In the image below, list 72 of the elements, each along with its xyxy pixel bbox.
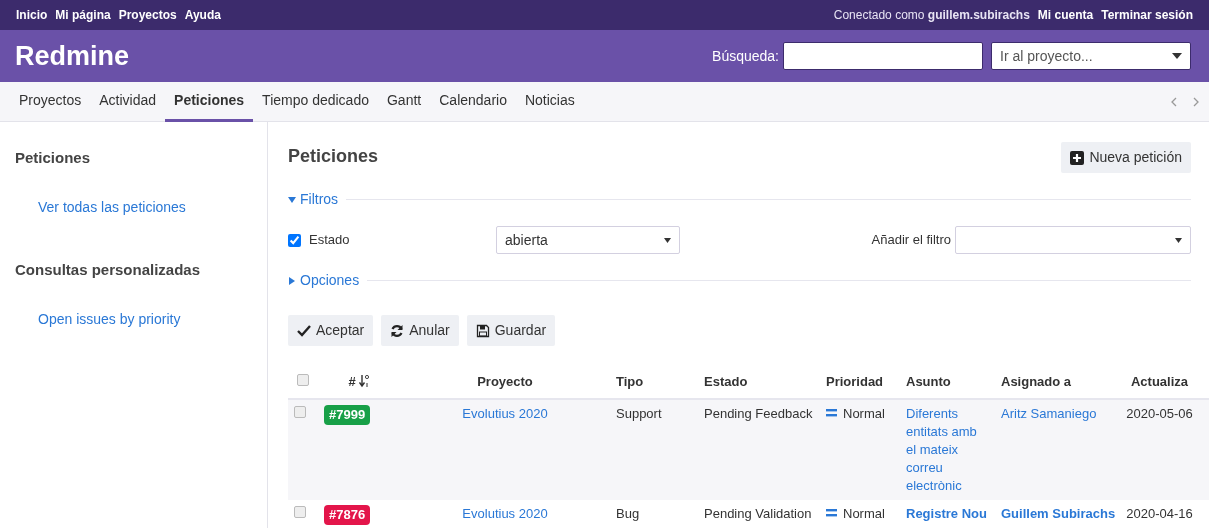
project-dropdown[interactable]: Ir al proyecto...	[991, 42, 1191, 70]
column-header[interactable]: Estado	[704, 374, 748, 389]
sidebar-link[interactable]: Ver todas las peticiones	[15, 197, 186, 218]
top-menu-link[interactable]: Ayuda	[184, 6, 221, 24]
status-text: Pending Validation	[704, 505, 812, 521]
apply-button[interactable]: Aceptar	[288, 315, 374, 346]
fieldset-toggle[interactable]: Filtros	[288, 189, 339, 210]
operator-select[interactable]: abierta	[496, 226, 680, 254]
refresh-icon	[390, 323, 405, 338]
tab[interactable]: Peticiones	[165, 81, 254, 122]
column-header[interactable]: Asunto	[906, 374, 951, 389]
date-text: 2020-04-16	[1126, 505, 1193, 521]
issue-id-tag[interactable]: #7876	[324, 504, 371, 525]
top-menu-link[interactable]: Inicio	[16, 6, 48, 24]
page-title: Peticiones	[288, 146, 379, 168]
search-field[interactable]	[783, 42, 983, 70]
priority-equal-icon	[826, 508, 837, 517]
status-text: Pending Feedback	[704, 405, 813, 421]
site-title: Redmine	[15, 39, 130, 73]
select-all-checkbox[interactable]	[297, 374, 309, 386]
account-link[interactable]: Terminar sesión	[1101, 6, 1193, 24]
triangle-right-icon	[288, 276, 296, 285]
save-button[interactable]: Guardar	[466, 315, 556, 346]
column-header[interactable]: Asignado a	[1001, 374, 1072, 389]
clear-button[interactable]: Anular	[381, 315, 459, 346]
tab[interactable]: Calendario	[430, 81, 516, 122]
caret-icon	[1175, 237, 1182, 243]
column-header[interactable]: Proyecto	[477, 374, 533, 389]
assignee-link[interactable]: Guillem Subirachs	[1001, 505, 1116, 521]
tab[interactable]: Gantt	[378, 81, 431, 122]
caret-icon	[664, 237, 671, 243]
account-link[interactable]: Mi cuenta	[1037, 6, 1094, 24]
column-header[interactable]: Actualiza	[1130, 374, 1189, 389]
column-header[interactable]: Prioridad	[826, 374, 884, 389]
priority-equal-icon	[826, 408, 837, 417]
caret-icon	[1172, 53, 1182, 59]
tracker-text: Bug	[616, 505, 640, 521]
top-menu-link[interactable]: Mi página	[55, 6, 111, 24]
new-issue-button[interactable]: Nueva petición	[1061, 142, 1191, 173]
sort-descending-icon	[359, 374, 370, 388]
tracker-text: Support	[616, 405, 662, 421]
logged-in-text: Conectado como guillem.subirachs	[833, 7, 1030, 24]
project-link[interactable]: Evolutius 2020	[462, 505, 548, 521]
column-header[interactable]: #	[348, 374, 356, 389]
check-icon	[297, 323, 311, 338]
assignee-link[interactable]: Aritz Samaniego	[1001, 405, 1097, 421]
priority-text: Normal	[843, 505, 885, 521]
sidebar-heading: Peticiones	[15, 149, 92, 167]
plus-square-icon	[1070, 150, 1085, 165]
top-menu-link[interactable]: Proyectos	[118, 6, 177, 24]
fieldset-toggle[interactable]: Opciones	[288, 270, 360, 291]
priority-text: Normal	[843, 405, 885, 421]
chevron-left-icon[interactable]	[1171, 96, 1177, 107]
sidebar-heading: Consultas personalizadas	[15, 261, 202, 279]
add-filter-label: Añadir el filtro	[871, 231, 951, 250]
row-checkbox[interactable]	[294, 405, 306, 418]
add-filter-select[interactable]	[955, 226, 1191, 254]
tab[interactable]: Proyectos	[10, 81, 91, 122]
tab[interactable]: Noticias	[515, 81, 584, 122]
date-text: 2020-05-06	[1126, 405, 1193, 421]
row-checkbox[interactable]	[294, 505, 306, 518]
triangle-down-icon	[288, 195, 296, 204]
column-header[interactable]: Tipo	[616, 374, 644, 389]
sidebar-link[interactable]: Open issues by priority	[15, 309, 181, 330]
project-link[interactable]: Evolutius 2020	[462, 405, 548, 421]
subject-link[interactable]: Registre Nou	[906, 504, 989, 523]
tab[interactable]: Actividad	[90, 81, 166, 122]
search-label: Búsqueda:	[712, 46, 779, 66]
tab[interactable]: Tiempo dedicado	[253, 81, 378, 122]
chevron-right-icon[interactable]	[1193, 96, 1199, 107]
filter-label: Estado	[309, 231, 350, 250]
checkbox[interactable]	[288, 233, 301, 247]
